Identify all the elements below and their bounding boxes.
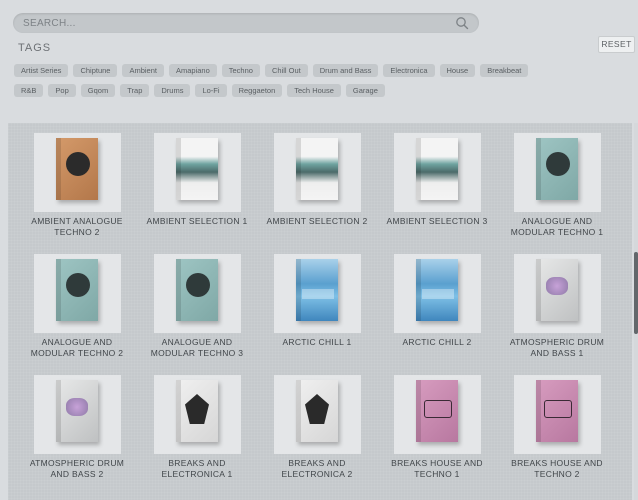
search-bar xyxy=(13,13,479,34)
product-card[interactable]: ANALOGUE AND MODULAR TECHNO 3 xyxy=(146,254,266,369)
product-title[interactable]: BREAKS HOUSE AND TECHNO 2 xyxy=(506,458,608,480)
product-thumbnail[interactable] xyxy=(154,133,241,212)
tag-chip[interactable]: Garage xyxy=(345,84,385,97)
product-title[interactable]: BREAKS AND ELECTRONICA 1 xyxy=(146,458,248,480)
product-title[interactable]: BREAKS AND ELECTRONICA 2 xyxy=(266,458,368,480)
tag-chip[interactable]: Artist Series xyxy=(14,64,69,77)
search-icon[interactable] xyxy=(455,16,469,30)
product-card[interactable]: AMBIENT SELECTION 3 xyxy=(386,133,506,248)
product-title[interactable]: ARCTIC CHILL 1 xyxy=(266,337,368,348)
product-box-art xyxy=(536,138,578,200)
product-card[interactable]: BREAKS AND ELECTRONICA 2 xyxy=(266,375,386,490)
product-card[interactable]: ARCTIC CHILL 1 xyxy=(266,254,386,369)
tag-chip[interactable]: Reggaeton xyxy=(231,84,283,97)
reset-button[interactable]: RESET xyxy=(598,36,635,53)
search-input[interactable] xyxy=(13,13,443,34)
product-box-art xyxy=(416,380,458,442)
tag-chip[interactable]: Amapiano xyxy=(168,64,217,77)
product-thumbnail[interactable] xyxy=(154,254,241,333)
product-thumbnail[interactable] xyxy=(394,254,481,333)
product-title[interactable]: ATMOSPHERIC DRUM AND BASS 2 xyxy=(26,458,128,480)
product-card[interactable]: BREAKS HOUSE AND TECHNO 2 xyxy=(506,375,626,490)
product-card[interactable]: AMBIENT SELECTION 1 xyxy=(146,133,266,248)
product-box-art xyxy=(416,259,458,321)
product-box-art xyxy=(416,138,458,200)
product-box-art xyxy=(56,138,98,200)
product-box-art xyxy=(176,259,218,321)
product-card[interactable]: ATMOSPHERIC DRUM AND BASS 1 xyxy=(506,254,626,369)
product-thumbnail[interactable] xyxy=(34,133,121,212)
tag-chip[interactable]: R&B xyxy=(14,84,44,97)
product-card[interactable]: BREAKS AND ELECTRONICA 1 xyxy=(146,375,266,490)
product-box-art xyxy=(176,138,218,200)
product-box-art xyxy=(176,380,218,442)
tag-chip[interactable]: Lo-Fi xyxy=(195,84,227,97)
product-card[interactable]: ANALOGUE AND MODULAR TECHNO 1 xyxy=(506,133,626,248)
product-grid: AMBIENT ANALOGUE TECHNO 2 AMBIENT SELECTI… xyxy=(8,133,626,490)
product-box-art xyxy=(56,259,98,321)
tag-chip[interactable]: Tech House xyxy=(287,84,341,97)
tag-row-1: Artist Series Chiptune Ambient Amapiano Tech… xyxy=(14,64,529,77)
product-title[interactable]: AMBIENT ANALOGUE TECHNO 2 xyxy=(26,216,128,238)
tag-chip[interactable]: Trap xyxy=(120,84,150,97)
product-thumbnail[interactable] xyxy=(274,375,361,454)
product-thumbnail[interactable] xyxy=(394,375,481,454)
product-thumbnail[interactable] xyxy=(34,375,121,454)
product-title[interactable]: ANALOGUE AND MODULAR TECHNO 3 xyxy=(146,337,248,359)
product-card[interactable]: AMBIENT ANALOGUE TECHNO 2 xyxy=(26,133,146,248)
scrollbar-thumb[interactable] xyxy=(634,252,638,334)
product-card[interactable]: ATMOSPHERIC DRUM AND BASS 2 xyxy=(26,375,146,490)
tag-chip[interactable]: Techno xyxy=(221,64,260,77)
tag-row-2: R&B Pop Gqom Trap Drums Lo-Fi Reggaeton Tech Ho… xyxy=(14,84,385,97)
tags-heading: TAGS xyxy=(18,42,52,54)
product-title[interactable]: AMBIENT SELECTION 2 xyxy=(266,216,368,227)
product-title[interactable]: ANALOGUE AND MODULAR TECHNO 2 xyxy=(26,337,128,359)
tag-chip[interactable]: Gqom xyxy=(80,84,116,97)
product-box-art xyxy=(536,380,578,442)
tag-chip[interactable]: Drum and Bass xyxy=(312,64,379,77)
product-thumbnail[interactable] xyxy=(394,133,481,212)
tag-chip[interactable]: Breakbeat xyxy=(480,64,529,77)
tag-chip[interactable]: Drums xyxy=(154,84,191,97)
product-thumbnail[interactable] xyxy=(514,254,601,333)
product-card[interactable]: ANALOGUE AND MODULAR TECHNO 2 xyxy=(26,254,146,369)
product-thumbnail[interactable] xyxy=(154,375,241,454)
tag-chip[interactable]: Pop xyxy=(48,84,76,97)
product-title[interactable]: ARCTIC CHILL 2 xyxy=(386,337,488,348)
tag-chip[interactable]: Chill Out xyxy=(264,64,308,77)
tag-chip[interactable]: Chiptune xyxy=(73,64,118,77)
product-box-art xyxy=(536,259,578,321)
product-grid-panel: AMBIENT ANALOGUE TECHNO 2 AMBIENT SELECTI… xyxy=(8,123,632,500)
product-thumbnail[interactable] xyxy=(274,133,361,212)
product-thumbnail[interactable] xyxy=(514,375,601,454)
tag-chip[interactable]: House xyxy=(439,64,476,77)
product-card[interactable]: ARCTIC CHILL 2 xyxy=(386,254,506,369)
product-box-art xyxy=(296,380,338,442)
product-thumbnail[interactable] xyxy=(274,254,361,333)
product-thumbnail[interactable] xyxy=(514,133,601,212)
product-card[interactable]: AMBIENT SELECTION 2 xyxy=(266,133,386,248)
product-card[interactable]: BREAKS HOUSE AND TECHNO 1 xyxy=(386,375,506,490)
product-title[interactable]: AMBIENT SELECTION 3 xyxy=(386,216,488,227)
tag-chip[interactable]: Ambient xyxy=(122,64,164,77)
product-box-art xyxy=(296,138,338,200)
product-title[interactable]: ANALOGUE AND MODULAR TECHNO 1 xyxy=(506,216,608,238)
product-title[interactable]: BREAKS HOUSE AND TECHNO 1 xyxy=(386,458,488,480)
product-box-art xyxy=(56,380,98,442)
product-title[interactable]: AMBIENT SELECTION 1 xyxy=(146,216,248,227)
product-title[interactable]: ATMOSPHERIC DRUM AND BASS 1 xyxy=(506,337,608,359)
tag-chip[interactable]: Electronica xyxy=(383,64,435,77)
product-box-art xyxy=(296,259,338,321)
product-thumbnail[interactable] xyxy=(34,254,121,333)
